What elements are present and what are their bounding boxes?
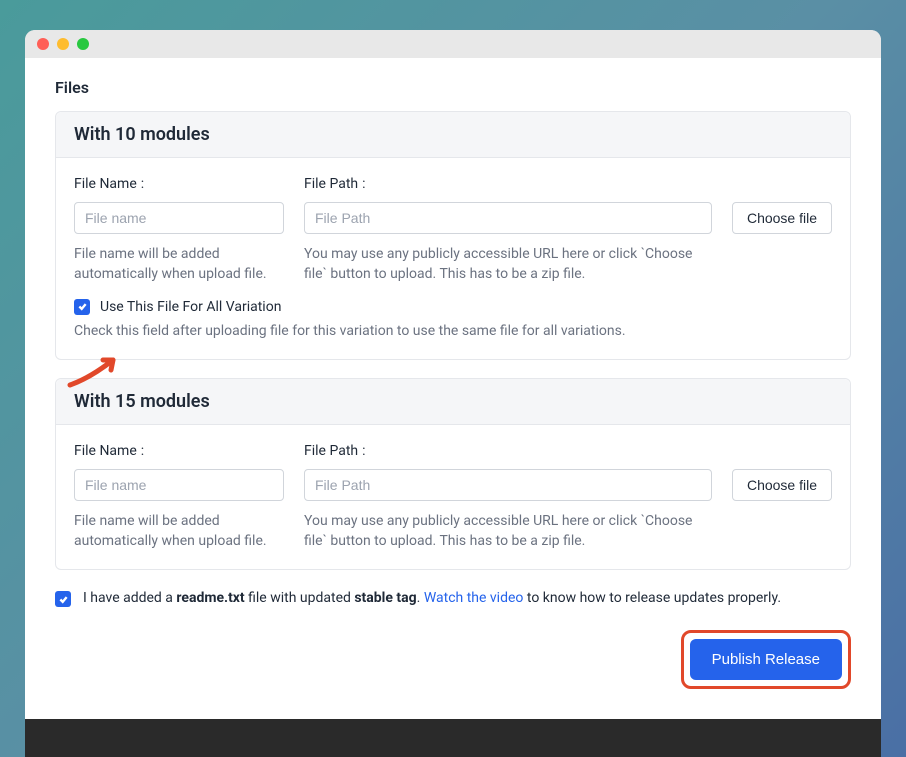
readme-confirm-checkbox[interactable] — [55, 591, 71, 607]
maximize-dot[interactable] — [77, 38, 89, 50]
check-icon — [58, 594, 69, 605]
filepath-label: File Path: — [304, 443, 712, 459]
filepath-help: You may use any publicly accessible URL … — [304, 244, 712, 285]
filename-input[interactable] — [74, 469, 284, 501]
filename-label: File Name: — [74, 176, 284, 192]
choose-file-button[interactable]: Choose file — [732, 469, 832, 501]
close-dot[interactable] — [37, 38, 49, 50]
variation-card-header: With 15 modules — [56, 379, 850, 425]
use-all-variation-checkbox[interactable] — [74, 299, 90, 315]
titlebar — [25, 30, 881, 58]
publish-release-button[interactable]: Publish Release — [690, 639, 842, 680]
filename-input[interactable] — [74, 202, 284, 234]
filepath-help: You may use any publicly accessible URL … — [304, 511, 712, 552]
section-title: Files — [55, 78, 851, 97]
use-all-variation-label: Use This File For All Variation — [100, 299, 281, 315]
app-window: Files With 10 modules File Name: File na… — [25, 30, 881, 719]
readme-confirm-text: I have added a readme.txt file with upda… — [83, 588, 781, 610]
use-all-variation-help: Check this field after uploading file fo… — [74, 321, 832, 341]
choose-file-button[interactable]: Choose file — [732, 202, 832, 234]
filename-help: File name will be added automatically wh… — [74, 511, 284, 552]
filename-label: File Name: — [74, 443, 284, 459]
minimize-dot[interactable] — [57, 38, 69, 50]
watch-video-link[interactable]: Watch the video — [424, 590, 524, 606]
filepath-label: File Path: — [304, 176, 712, 192]
annotation-highlight-box: Publish Release — [681, 630, 851, 689]
modal-content: Files With 10 modules File Name: File na… — [25, 58, 881, 719]
filepath-input[interactable] — [304, 202, 712, 234]
variation-card: With 15 modules File Name: File name wil… — [55, 378, 851, 571]
variation-card-header: With 10 modules — [56, 112, 850, 158]
filename-help: File name will be added automatically wh… — [74, 244, 284, 285]
filepath-input[interactable] — [304, 469, 712, 501]
check-icon — [77, 301, 88, 312]
variation-card: With 10 modules File Name: File name wil… — [55, 111, 851, 360]
